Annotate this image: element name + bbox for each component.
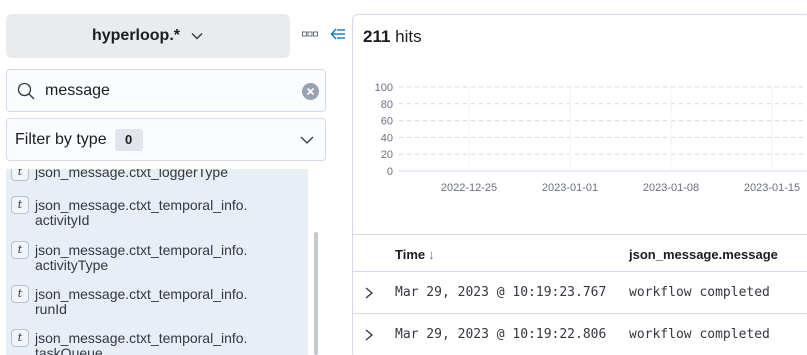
y-tick-label: 60 (381, 116, 393, 128)
field-name: json_message.ctxt_temporal_info. runId (35, 286, 248, 317)
index-pattern-selector[interactable]: hyperloop.* (6, 14, 290, 58)
y-tick-label: 80 (381, 99, 393, 111)
search-icon (17, 82, 35, 100)
filter-by-type-label: Filter by type (15, 130, 107, 148)
field-search-box (6, 69, 326, 112)
table-row: Mar 29, 2023 @ 10:19:22.806 workflow com… (353, 314, 807, 355)
hits-label: hits (395, 27, 422, 46)
y-tick-label: 40 (381, 132, 393, 144)
filter-count-badge: 0 (114, 128, 143, 151)
expand-row-icon[interactable] (363, 328, 375, 342)
y-tick-label: 100 (375, 82, 393, 94)
collapse-sidebar-icon[interactable] (330, 26, 346, 42)
hits-number: 211 (363, 27, 391, 46)
string-type-icon: t (11, 169, 29, 181)
field-name: json_message.ctxt_temporal_info. activit… (35, 242, 248, 273)
field-list-scrollbar[interactable] (314, 232, 318, 355)
column-header-time-label: Time (395, 247, 426, 262)
cell-time: Mar 29, 2023 @ 10:19:22.806 (395, 327, 607, 342)
string-type-icon: t (11, 196, 29, 214)
table-header: Time ↓ json_message.message (353, 234, 807, 272)
x-tick-label: 2023-01-08 (643, 182, 699, 194)
x-tick-label: 2023-01-15 (744, 182, 800, 194)
results-panel: 211 hits 100 80 60 40 20 0 2022-12-25 2023-01-0… (352, 14, 807, 355)
y-tick-label: 20 (381, 149, 393, 161)
cell-message: workflow completed (629, 285, 770, 300)
histogram-chart[interactable]: 100 80 60 40 20 0 2022-12-25 2023-01-01 2023-01-… (353, 77, 807, 217)
string-type-icon: t (11, 329, 29, 347)
column-header-time[interactable]: Time ↓ (395, 247, 435, 262)
hits-count: 211 hits (363, 27, 422, 47)
field-name: json_message.ctxt_temporal_info. activit… (35, 197, 248, 228)
string-type-icon: t (11, 285, 29, 303)
y-tick-label: 0 (387, 166, 393, 178)
string-type-icon: t (11, 241, 29, 259)
field-name: json_message.ctxt_loggerType (35, 169, 228, 180)
field-search-input[interactable] (45, 78, 285, 104)
field-name: json_message.ctxt_temporal_info. taskQue… (35, 330, 248, 355)
chevron-down-icon (191, 33, 203, 40)
index-pattern-label: hyperloop.* (91, 27, 180, 44)
clear-search-icon[interactable] (302, 83, 319, 100)
field-list: t json_message.ctxt_loggerType t json_me… (6, 169, 308, 355)
column-header-message[interactable]: json_message.message (629, 247, 778, 262)
cell-message: workflow completed (629, 327, 770, 342)
expand-row-icon[interactable] (363, 286, 375, 300)
x-tick-label: 2022-12-25 (441, 182, 497, 194)
table-row: Mar 29, 2023 @ 10:19:23.767 workflow com… (353, 272, 807, 314)
x-tick-label: 2023-01-01 (542, 182, 598, 194)
chevron-down-icon (300, 136, 314, 144)
cell-time: Mar 29, 2023 @ 10:19:23.767 (395, 285, 607, 300)
sidebar: hyperloop.* Filter by type 0 (0, 0, 355, 355)
filter-by-type-button[interactable]: Filter by type 0 (6, 118, 326, 161)
sort-arrow-icon[interactable]: ↓ (428, 247, 435, 262)
options-icon[interactable] (302, 29, 318, 39)
